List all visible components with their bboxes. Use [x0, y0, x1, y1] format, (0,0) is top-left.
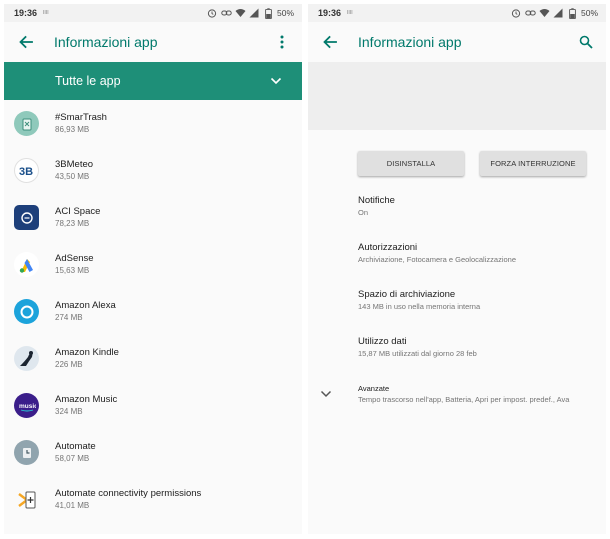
signal-icon: [553, 8, 564, 19]
app-name: AdSense: [55, 253, 94, 264]
setting-storage[interactable]: Spazio di archiviazione 143 MB in uso ne…: [308, 289, 606, 312]
setting-subtitle: 15,87 MB utilizzati dal giorno 28 feb: [358, 349, 477, 358]
app-size: 43,50 MB: [55, 172, 90, 181]
setting-title: Autorizzazioni: [358, 242, 418, 253]
more-options-icon[interactable]: [270, 30, 294, 54]
app-size: 58,07 MB: [55, 454, 90, 463]
list-item[interactable]: Amazon Kindle 226 MB: [4, 335, 302, 382]
battery-icon: [263, 7, 274, 19]
app-size: 324 MB: [55, 407, 83, 416]
app-bar: Informazioni app: [4, 22, 302, 62]
app-size: 226 MB: [55, 360, 83, 369]
back-arrow-icon[interactable]: [318, 30, 342, 54]
app-list: #SmarTrash 86,93 MB 3B 3BMeteo 43,50 MB …: [4, 100, 302, 523]
aci-space-icon: [14, 205, 39, 230]
signal-icon: [249, 8, 260, 19]
list-item[interactable]: music Amazon Music 324 MB: [4, 382, 302, 429]
list-item[interactable]: Automate connectivity permissions 41,01 …: [4, 476, 302, 523]
battery-icon: [567, 7, 578, 19]
link-icon: [525, 8, 536, 19]
alarm-icon: [511, 8, 522, 19]
app-name: Amazon Music: [55, 394, 118, 405]
setting-subtitle: Archiviazione, Fotocamera e Geolocalizza…: [358, 255, 516, 264]
page-title: Informazioni app: [54, 34, 158, 50]
setting-data-usage[interactable]: Utilizzo dati 15,87 MB utilizzati dal gi…: [308, 336, 606, 359]
automate-icon: [14, 440, 39, 465]
status-time: 19:36: [14, 8, 38, 18]
app-filter-dropdown[interactable]: Tutte le app: [4, 62, 302, 100]
setting-subtitle: On: [358, 208, 369, 217]
chevron-down-icon: [320, 386, 334, 400]
chevron-down-icon: [270, 72, 282, 90]
force-stop-button[interactable]: FORZA INTERRUZIONE: [480, 151, 586, 176]
setting-advanced[interactable]: Avanzate Tempo trascorso nell'app, Batte…: [308, 384, 606, 405]
app-name: Amazon Kindle: [55, 347, 119, 358]
wifi-icon: [235, 8, 246, 19]
setting-title: Notifiche: [358, 195, 395, 206]
link-icon: [221, 8, 232, 19]
app-name: Automate connectivity permissions: [55, 488, 202, 499]
automate-connectivity-icon: [14, 487, 39, 512]
status-small-label: IIII: [43, 10, 49, 16]
setting-title: Spazio di archiviazione: [358, 289, 456, 300]
status-time: 19:36: [318, 8, 342, 18]
amazon-music-icon: music: [14, 393, 39, 418]
app-header-placeholder: [308, 62, 606, 130]
alexa-icon: [14, 299, 39, 324]
app-size: 41,01 MB: [55, 501, 90, 510]
battery-percent: 50%: [580, 8, 598, 18]
list-item[interactable]: Automate 58,07 MB: [4, 429, 302, 476]
setting-title: Utilizzo dati: [358, 336, 407, 347]
filter-label: Tutte le app: [55, 74, 121, 88]
status-small-label: IIII: [347, 10, 353, 16]
setting-title: Avanzate: [358, 384, 390, 393]
wifi-icon: [539, 8, 550, 19]
status-bar: 19:36 IIII 50%: [308, 4, 606, 22]
status-bar: 19:36 IIII 50%: [4, 4, 302, 22]
setting-subtitle: 143 MB in uso nella memoria interna: [358, 302, 481, 311]
uninstall-button[interactable]: DISINSTALLA: [358, 151, 464, 176]
list-item[interactable]: 3B 3BMeteo 43,50 MB: [4, 147, 302, 194]
app-name: 3BMeteo: [55, 159, 94, 170]
app-bar: Informazioni app: [308, 22, 606, 62]
kindle-icon: [14, 346, 39, 371]
setting-notifications[interactable]: Notifiche On: [308, 195, 606, 218]
app-name: ACI Space: [55, 206, 101, 217]
app-name: #SmarTrash: [55, 112, 107, 123]
list-item[interactable]: #SmarTrash 86,93 MB: [4, 100, 302, 147]
app-size: 86,93 MB: [55, 125, 90, 134]
list-item[interactable]: ACI Space 78,23 MB: [4, 194, 302, 241]
setting-permissions[interactable]: Autorizzazioni Archiviazione, Fotocamera…: [308, 242, 606, 265]
battery-percent: 50%: [276, 8, 294, 18]
action-buttons: DISINSTALLA FORZA INTERRUZIONE: [308, 130, 606, 176]
app-size: 15,63 MB: [55, 266, 90, 275]
smartrash-icon: [14, 111, 39, 136]
search-icon[interactable]: [574, 30, 598, 54]
svg-text:3B: 3B: [19, 166, 33, 178]
app-info-screen: 19:36 IIII 50% Informazioni app DISINSTA…: [308, 4, 606, 534]
app-name: Amazon Alexa: [55, 300, 116, 311]
list-item[interactable]: AdSense 15,63 MB: [4, 241, 302, 288]
app-size: 78,23 MB: [55, 219, 90, 228]
3bmeteo-icon: 3B: [14, 158, 39, 183]
app-list-screen: 19:36 IIII 50% Informazioni app Tutte le…: [4, 4, 302, 534]
app-size: 274 MB: [55, 313, 83, 322]
adsense-icon: [14, 252, 39, 277]
alarm-icon: [207, 8, 218, 19]
app-name: Automate: [55, 441, 96, 452]
setting-subtitle: Tempo trascorso nell'app, Batteria, Apri…: [358, 395, 570, 404]
svg-text:music: music: [19, 403, 36, 410]
page-title: Informazioni app: [358, 34, 462, 50]
list-item[interactable]: Amazon Alexa 274 MB: [4, 288, 302, 335]
back-arrow-icon[interactable]: [14, 30, 38, 54]
